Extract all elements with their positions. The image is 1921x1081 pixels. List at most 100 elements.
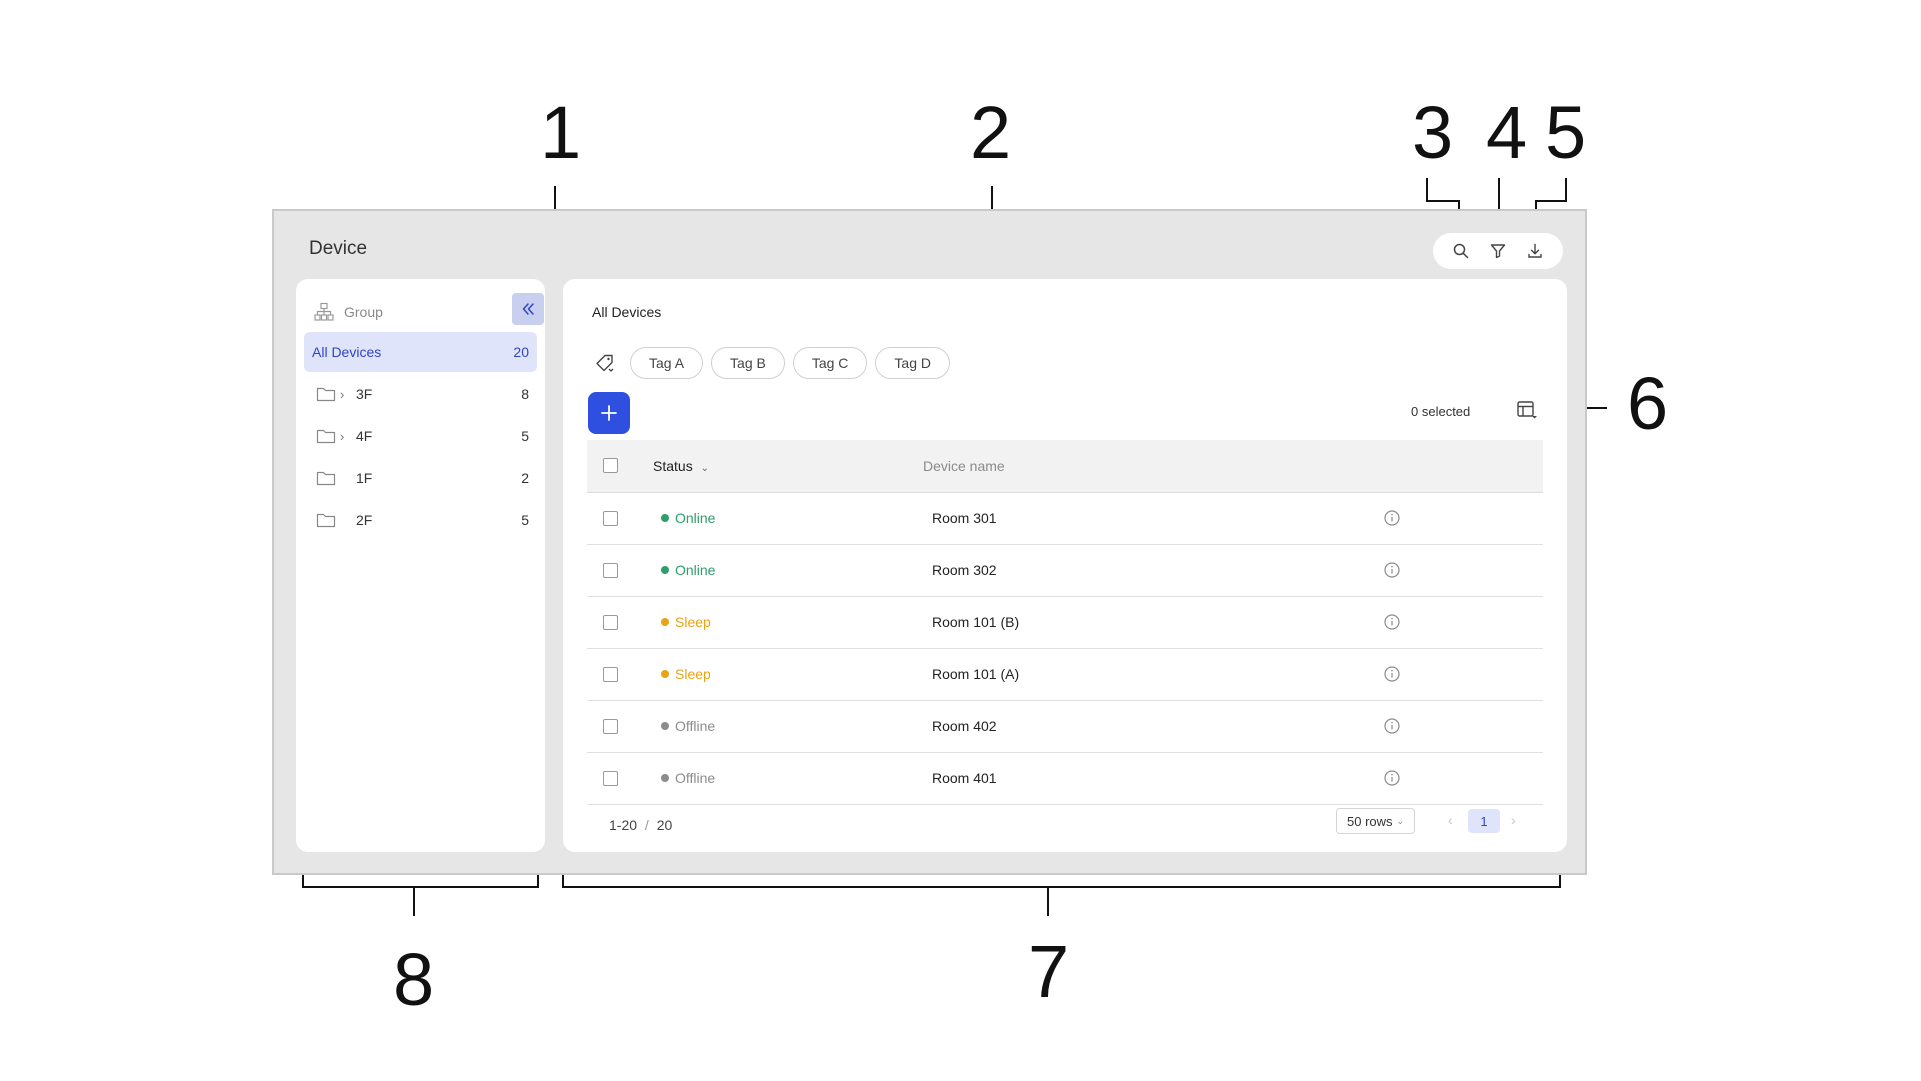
table-row[interactable]: Sleep Room 101 (B) bbox=[587, 597, 1543, 649]
info-icon[interactable] bbox=[1383, 665, 1401, 683]
callout-4: 4 bbox=[1486, 91, 1528, 174]
status-dot bbox=[661, 618, 669, 626]
info-icon[interactable] bbox=[1383, 561, 1401, 579]
status-text: Offline bbox=[675, 718, 716, 734]
status-column-label: Status bbox=[653, 458, 693, 474]
previous-page-button[interactable]: ‹ bbox=[1448, 812, 1453, 828]
status-dot bbox=[661, 514, 669, 522]
tag-icon[interactable] bbox=[594, 352, 616, 374]
info-icon[interactable] bbox=[1383, 717, 1401, 735]
sidebar-item-count: 8 bbox=[521, 386, 529, 402]
status-text: Sleep bbox=[675, 666, 711, 682]
bracket-8 bbox=[413, 886, 415, 916]
status-text: Online bbox=[675, 510, 716, 526]
device-name: Room 101 (A) bbox=[932, 666, 1020, 682]
device-name: Room 101 (B) bbox=[932, 614, 1020, 630]
table-row[interactable]: Online Room 302 bbox=[587, 545, 1543, 597]
device-name: Room 401 bbox=[932, 770, 997, 786]
status-dot bbox=[661, 670, 669, 678]
range-text: 1-20 bbox=[609, 817, 638, 833]
bracket-8 bbox=[302, 886, 539, 888]
status-dot bbox=[661, 774, 669, 782]
table-row[interactable]: Offline Room 401 bbox=[587, 753, 1543, 805]
download-button[interactable] bbox=[1521, 237, 1549, 265]
callout-2: 2 bbox=[970, 91, 1012, 174]
status-cell: Offline bbox=[661, 770, 715, 786]
current-page-button[interactable]: 1 bbox=[1468, 809, 1500, 833]
table-header: Status ⌄ Device name bbox=[587, 440, 1543, 493]
sidebar-item-label: 2F bbox=[356, 512, 373, 528]
row-checkbox[interactable] bbox=[603, 563, 618, 578]
status-text: Online bbox=[675, 562, 716, 578]
page-title: All Devices bbox=[592, 304, 662, 320]
sidebar-item-count: 2 bbox=[521, 470, 529, 486]
tag-chip[interactable]: Tag D bbox=[875, 347, 950, 379]
callout-5: 5 bbox=[1545, 91, 1587, 174]
info-icon[interactable] bbox=[1383, 769, 1401, 787]
table-row[interactable]: Sleep Room 101 (A) bbox=[587, 649, 1543, 701]
sidebar-item-count: 5 bbox=[521, 428, 529, 444]
sidebar-item-1f[interactable]: 1F 2 bbox=[304, 458, 537, 498]
callout-7: 7 bbox=[1028, 930, 1070, 1013]
device-name: Room 301 bbox=[932, 510, 997, 526]
tag-chip[interactable]: Tag B bbox=[711, 347, 785, 379]
sidebar-item-count: 5 bbox=[521, 512, 529, 528]
search-button[interactable] bbox=[1447, 237, 1475, 265]
leader-3 bbox=[1426, 178, 1428, 202]
callout-3: 3 bbox=[1412, 91, 1454, 174]
status-cell: Offline bbox=[661, 718, 715, 734]
sidebar-item-2f[interactable]: 2F 5 bbox=[304, 500, 537, 540]
info-icon[interactable] bbox=[1383, 613, 1401, 631]
status-text: Sleep bbox=[675, 614, 711, 630]
table-body: Online Room 301 Online Room 302 Sleep Room 10… bbox=[587, 493, 1543, 805]
folder-icon bbox=[316, 513, 336, 528]
sidebar-item-3f[interactable]: › 3F 8 bbox=[304, 374, 537, 414]
select-all-checkbox[interactable] bbox=[603, 458, 618, 473]
row-checkbox[interactable] bbox=[603, 719, 618, 734]
download-icon bbox=[1527, 243, 1542, 258]
add-device-button[interactable] bbox=[588, 392, 630, 434]
status-cell: Sleep bbox=[661, 614, 711, 630]
row-checkbox[interactable] bbox=[603, 771, 618, 786]
selection-count: 0 selected bbox=[1411, 404, 1471, 419]
filter-icon bbox=[1490, 244, 1506, 259]
sidebar-item-4f[interactable]: › 4F 5 bbox=[304, 416, 537, 456]
rows-per-page-select[interactable]: 50 rows ⌄ bbox=[1336, 808, 1416, 834]
callout-8: 8 bbox=[393, 938, 435, 1021]
callout-1: 1 bbox=[540, 91, 582, 174]
device-list-panel: All Devices Tag A Tag B Tag C Tag D 0 se… bbox=[563, 279, 1567, 852]
info-icon[interactable] bbox=[1383, 509, 1401, 527]
tag-chip[interactable]: Tag A bbox=[630, 347, 704, 379]
row-checkbox[interactable] bbox=[603, 667, 618, 682]
device-name-column-header[interactable]: Device name bbox=[923, 458, 1005, 474]
table-row[interactable]: Online Room 301 bbox=[587, 493, 1543, 545]
column-settings-icon[interactable] bbox=[1515, 398, 1539, 422]
rows-per-page-value: 50 rows bbox=[1347, 813, 1393, 829]
filter-button[interactable] bbox=[1484, 237, 1512, 265]
chevron-down-icon: ⌄ bbox=[1396, 815, 1405, 826]
sidebar-item-all-devices[interactable]: All Devices 20 bbox=[304, 332, 537, 372]
status-cell: Sleep bbox=[661, 666, 711, 682]
folder-icon bbox=[316, 471, 336, 486]
next-page-button[interactable]: › bbox=[1511, 812, 1516, 828]
callout-6: 6 bbox=[1627, 362, 1669, 445]
double-chevron-left-icon bbox=[522, 303, 534, 315]
folder-icon bbox=[316, 429, 336, 444]
status-column-header[interactable]: Status ⌄ bbox=[653, 458, 709, 474]
chevron-right-icon[interactable]: › bbox=[340, 429, 350, 444]
table-row[interactable]: Offline Room 402 bbox=[587, 701, 1543, 753]
hierarchy-icon bbox=[314, 302, 334, 321]
chevron-right-icon[interactable]: › bbox=[340, 387, 350, 402]
collapse-sidebar-button[interactable] bbox=[512, 293, 544, 325]
range-separator: / bbox=[644, 817, 649, 833]
search-icon bbox=[1454, 243, 1469, 259]
leader-5 bbox=[1535, 200, 1567, 202]
tag-chip[interactable]: Tag C bbox=[792, 347, 868, 379]
group-list: All Devices 20 › 3F 8 › 4F 5 1F 2 2F 5 bbox=[304, 332, 537, 542]
pagination-range: 1-20 / 20 bbox=[609, 817, 672, 833]
sidebar-item-label: 1F bbox=[356, 470, 373, 486]
range-total: 20 bbox=[656, 817, 673, 833]
sidebar-item-label: 4F bbox=[356, 428, 373, 444]
row-checkbox[interactable] bbox=[603, 615, 618, 630]
row-checkbox[interactable] bbox=[603, 511, 618, 526]
